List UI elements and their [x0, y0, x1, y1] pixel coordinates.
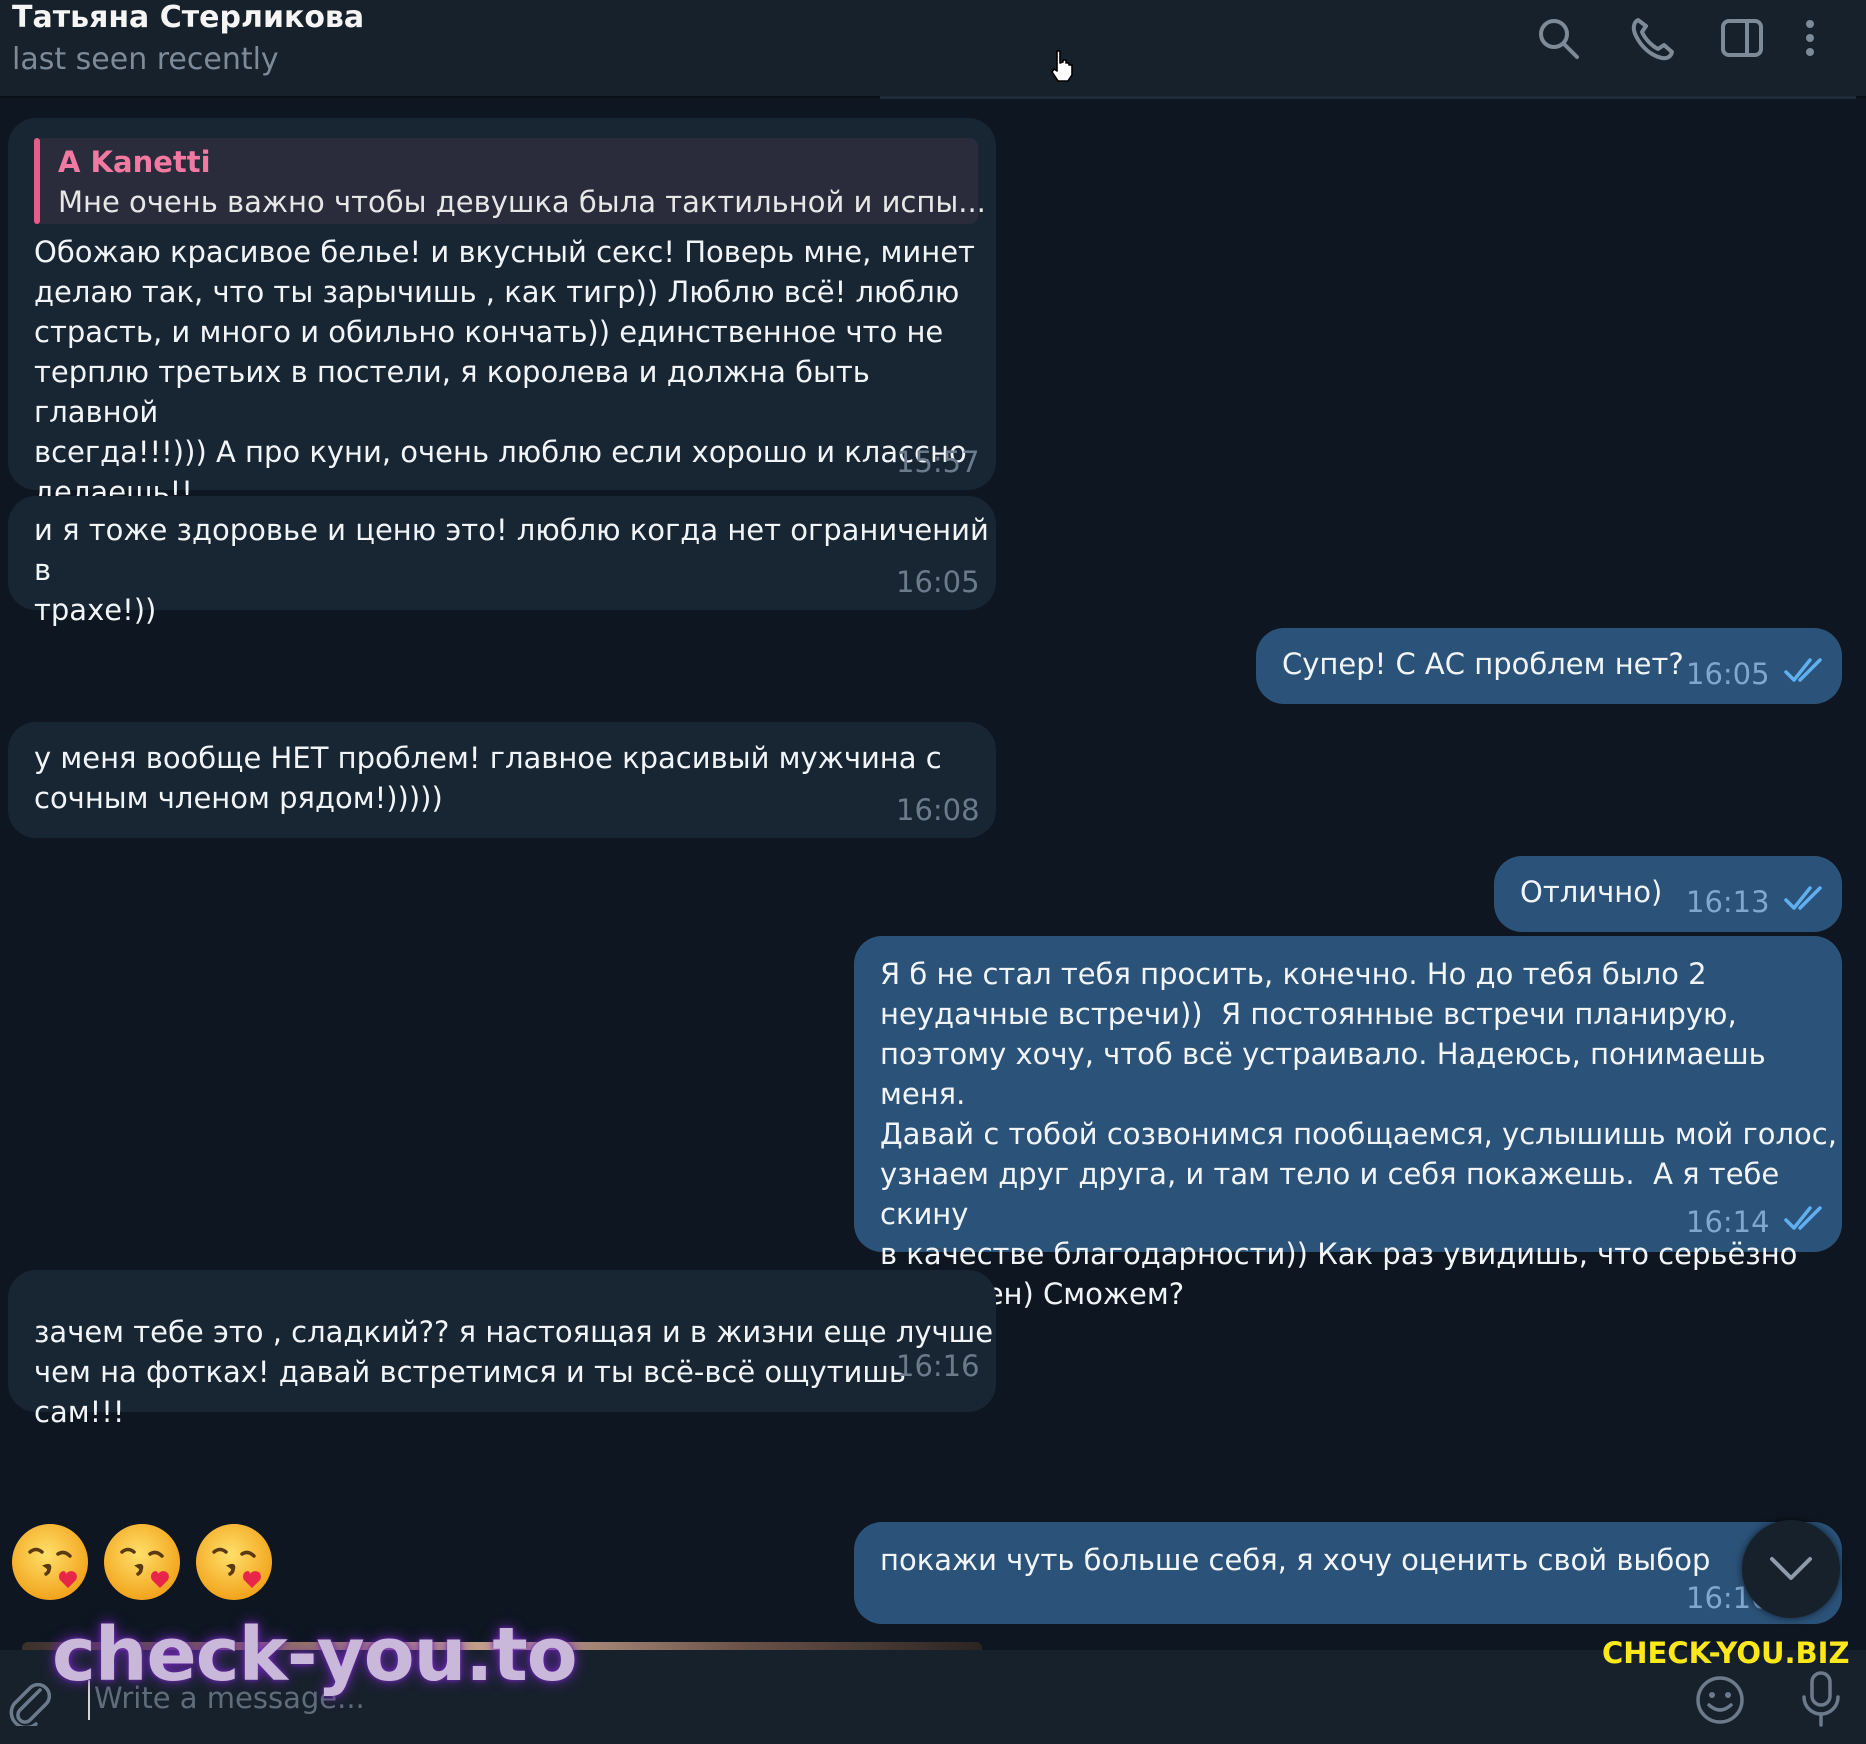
search-icon[interactable] — [1534, 14, 1582, 62]
message-time: 16:14 — [1686, 1205, 1770, 1239]
message-text: у меня вообще НЕТ проблем! главное краси… — [34, 741, 942, 815]
chat-title[interactable]: Татьяна Стерликова — [12, 0, 364, 35]
sidebar-toggle-icon[interactable] — [1718, 14, 1766, 62]
message-time: 16:05 — [1686, 657, 1770, 691]
reply-text: Мне очень важно чтобы девушка была такти… — [58, 185, 986, 219]
reply-author: A Kanetti — [58, 145, 211, 179]
face-blowing-kiss-icon — [196, 1524, 272, 1600]
message-text: покажи чуть больше себя, я хочу оценить … — [880, 1543, 1711, 1577]
message-bubble-outgoing[interactable]: Отлично) 16:13 — [1494, 856, 1842, 932]
double-check-icon — [1784, 886, 1822, 910]
reply-accent-bar — [34, 138, 40, 224]
message-bubble-incoming[interactable]: и я тоже здоровье и ценю это! люблю когд… — [8, 496, 996, 627]
paperclip-icon[interactable] — [6, 1676, 52, 1726]
message-time: 15:57 — [896, 445, 980, 479]
face-blowing-kiss-icon — [104, 1524, 180, 1600]
scroll-to-bottom-button[interactable] — [1742, 1520, 1840, 1618]
chat-header: Татьяна Стерликова last seen recently — [0, 0, 1866, 98]
message-time: 16:16 — [896, 1349, 980, 1383]
message-bubble-outgoing[interactable]: Супер! С АС проблем нет? 16:05 — [1256, 628, 1842, 704]
phone-icon[interactable] — [1628, 14, 1676, 62]
message-bubble-incoming[interactable]: у меня вообще НЕТ проблем! главное краси… — [8, 722, 996, 838]
message-time: 16:13 — [1686, 885, 1770, 919]
double-check-icon — [1784, 1206, 1822, 1230]
message-bubble-incoming[interactable]: A Kanetti Мне очень важно чтобы девушка … — [8, 118, 996, 509]
message-time: 16:08 — [896, 793, 980, 827]
message-bubble-outgoing[interactable]: Я б не стал тебя просить, конечно. Но до… — [854, 936, 1842, 1311]
message-text: Обожаю красивое белье! и вкусный секс! П… — [34, 235, 975, 509]
header-divider — [880, 96, 1856, 99]
chat-status: last seen recently — [12, 42, 279, 77]
hand-cursor-icon — [1048, 48, 1078, 84]
message-list[interactable]: A Kanetti Мне очень важно чтобы девушка … — [0, 100, 1866, 1650]
double-check-icon — [1784, 658, 1822, 682]
message-text: и я тоже здоровье и ценю это! люблю когд… — [34, 513, 989, 627]
message-text: Я б не стал тебя просить, конечно. Но до… — [880, 957, 1837, 1311]
message-text: зачем тебе это , сладкий?? я настоящая и… — [34, 1315, 994, 1429]
watermark-left: check-you.to — [52, 1612, 578, 1698]
message-bubble-incoming[interactable]: зачем тебе это , сладкий?? я настоящая и… — [8, 1270, 996, 1429]
chevron-down-icon — [1770, 1557, 1812, 1580]
message-time: 16:05 — [896, 565, 980, 599]
emoji-picker-icon[interactable] — [1694, 1674, 1746, 1726]
more-options-icon[interactable] — [1798, 14, 1822, 62]
message-bubble-outgoing[interactable]: покажи чуть больше себя, я хочу оценить … — [854, 1522, 1842, 1624]
message-text: Супер! С АС проблем нет? — [1282, 647, 1684, 681]
microphone-icon[interactable] — [1798, 1670, 1844, 1728]
watermark-right: CHECK-YOU.BIZ — [1602, 1636, 1850, 1670]
reply-preview[interactable]: A Kanetti Мне очень важно чтобы девушка … — [34, 138, 986, 224]
face-blowing-kiss-icon — [12, 1524, 88, 1600]
message-text: Отлично) — [1520, 875, 1663, 909]
